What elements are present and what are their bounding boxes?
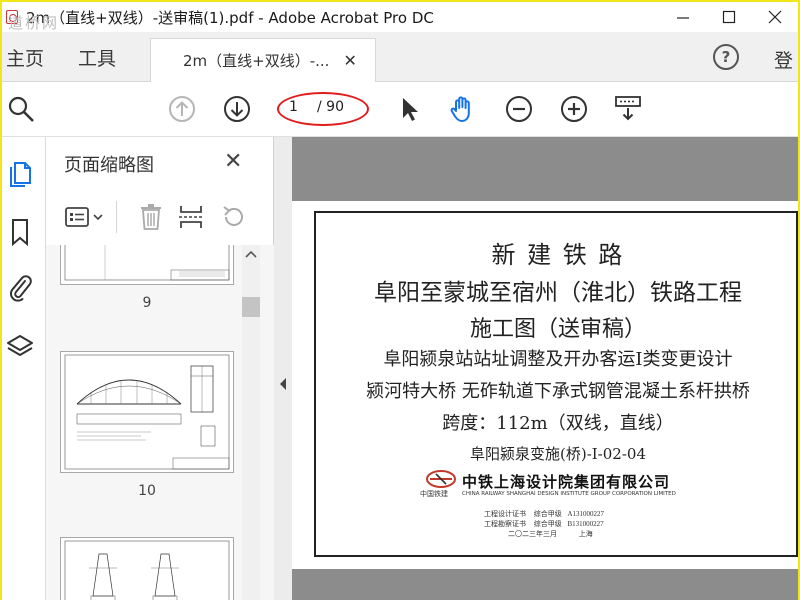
issue-date: 二〇二三年三月	[508, 530, 557, 538]
close-icon	[768, 10, 782, 24]
bookmark-icon[interactable]	[6, 217, 34, 247]
close-tab-icon[interactable]: ✕	[343, 51, 356, 70]
thumbnail-list: 9 10	[46, 245, 274, 600]
left-navigation-rail	[2, 137, 46, 600]
zoom-in-icon[interactable]	[559, 94, 589, 124]
page-thumbnails-panel: 页面缩略图 ✕ 9 10	[46, 137, 274, 600]
cert1-label: 工程设计证书	[484, 510, 526, 518]
document-viewer[interactable]: 新 建 铁 路 阜阳至蒙城至宿州（淮北）铁路工程 施工图（送审稿） 阜阳颍泉站站…	[292, 137, 798, 600]
scrollbar-thumb[interactable]	[242, 297, 260, 317]
maximize-button[interactable]	[706, 2, 752, 32]
delete-page-icon[interactable]	[138, 203, 164, 231]
previous-page-icon[interactable]	[167, 94, 197, 124]
tab-tools[interactable]: 工具	[78, 44, 116, 71]
page-thumbnail-10[interactable]	[60, 351, 234, 473]
zoom-out-icon[interactable]	[504, 94, 534, 124]
minimize-button[interactable]	[660, 2, 706, 32]
logo-caption: 中国铁建	[420, 490, 448, 498]
drawing-number: 阜阳颍泉变施(桥)-Ⅰ-02-04	[469, 445, 646, 463]
rotate-page-icon[interactable]	[220, 203, 248, 231]
collapse-panel-icon[interactable]	[278, 377, 288, 391]
cert2-grade: 综合甲级	[533, 520, 562, 528]
cert1-number: A131000227	[567, 510, 605, 518]
layers-icon[interactable]	[6, 332, 34, 362]
close-panel-icon[interactable]: ✕	[224, 149, 242, 174]
highlight-ellipse-annotation	[277, 92, 369, 126]
tab-bar: 主页 工具 2m（直线+双线）-... ✕ ? 登	[2, 32, 798, 82]
span-description: 跨度：112m（双线，直线）	[442, 413, 674, 434]
cert-row-1: 工程设计证书 综合甲级 A131000227	[484, 509, 604, 519]
main-toolbar: 1 / 90	[2, 82, 798, 137]
panel-collapse-strip[interactable]	[274, 137, 292, 600]
cert1-grade: 综合甲级	[533, 510, 562, 518]
drawing-stage: 施工图（送审稿）	[469, 317, 646, 342]
window-title: 2m（直线+双线）-送审稿(1).pdf - Adobe Acrobat Pro…	[26, 8, 434, 27]
help-icon[interactable]: ?	[713, 44, 739, 70]
insert-page-icon[interactable]	[178, 203, 204, 231]
thumbnail-drawing	[64, 540, 230, 600]
close-window-button[interactable]	[752, 2, 798, 32]
thumbnail-toolbar	[46, 197, 274, 239]
window-controls	[660, 2, 798, 32]
change-design-title: 阜阳颍泉站站址调整及开办客运Ⅰ类变更设计	[383, 349, 733, 370]
page-thumbnail-9[interactable]	[60, 245, 234, 285]
bridge-title: 颍河特大桥 无砟轨道下承式钢管混凝土系杆拱桥	[366, 381, 750, 402]
minimize-icon	[677, 17, 689, 19]
document-tab-label: 2m（直线+双线）-...	[183, 52, 330, 70]
company-name-en: CHINA RAILWAY SHANGHAI DESIGN INSTITUTE …	[462, 491, 676, 497]
thumbnail-page-number: 10	[138, 483, 156, 499]
thumbnail-drawing	[64, 245, 230, 281]
thumbnail-scrollbar[interactable]	[242, 245, 260, 600]
page-border: 新 建 铁 路 阜阳至蒙城至宿州（淮北）铁路工程 施工图（送审稿） 阜阳颍泉站站…	[314, 211, 798, 557]
project-name: 阜阳至蒙城至宿州（淮北）铁路工程	[374, 280, 742, 306]
hand-tool-icon[interactable]	[448, 94, 478, 124]
select-cursor-icon[interactable]	[395, 94, 425, 124]
attachment-paperclip-icon[interactable]	[6, 272, 34, 302]
thumbnail-drawing	[64, 354, 230, 470]
login-button[interactable]: 登	[774, 46, 793, 73]
pdf-page: 新 建 铁 路 阜阳至蒙城至宿州（淮北）铁路工程 施工图（送审稿） 阜阳颍泉站站…	[292, 201, 798, 569]
page-thumbnail-11[interactable]	[60, 537, 234, 600]
company-name-cn: 中铁上海设计院集团有限公司	[462, 473, 671, 491]
thumbnail-page-number: 9	[142, 295, 152, 311]
thumbnail-options-icon[interactable]	[64, 205, 108, 229]
document-tab[interactable]: 2m（直线+双线）-... ✕	[150, 38, 376, 82]
issue-place: 上海	[578, 530, 593, 538]
toolbar-divider	[116, 201, 117, 233]
issue-date-row: 二〇二三年三月 上海	[508, 529, 593, 539]
tab-home[interactable]: 主页	[6, 44, 44, 71]
maximize-icon	[722, 10, 736, 24]
next-page-icon[interactable]	[222, 94, 252, 124]
cert2-label: 工程勘察证书	[484, 520, 526, 528]
page-heading-line1: 新 建 铁 路	[491, 241, 625, 269]
cert2-number: B131000227	[567, 520, 604, 528]
acrobat-app-icon	[6, 10, 18, 24]
page-thumbnails-icon[interactable]	[6, 157, 34, 187]
zoom-search-icon[interactable]	[6, 94, 36, 124]
cert-row-2: 工程勘察证书 综合甲级 B131000227	[484, 519, 604, 529]
scroll-up-icon[interactable]	[245, 249, 257, 259]
panel-title: 页面缩略图	[64, 155, 154, 176]
keyboard-tools-icon[interactable]	[613, 94, 643, 124]
